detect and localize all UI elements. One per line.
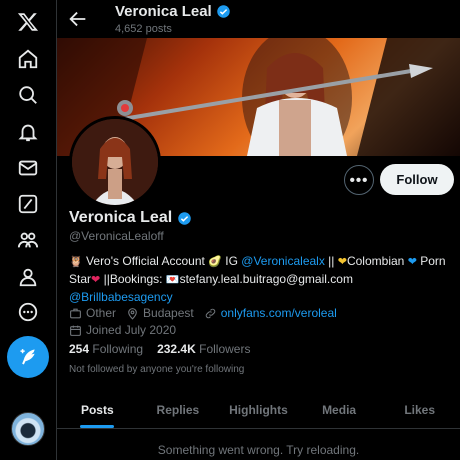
envelope-emoji-icon: 💌 [165, 274, 180, 286]
verified-badge-icon [216, 5, 230, 18]
avatar-artwork [72, 119, 158, 205]
yellow-heart-emoji-icon: ❤ [337, 256, 347, 268]
compose-post-button[interactable] [7, 336, 49, 378]
feather-plus-icon [20, 349, 35, 365]
bio-text-2: IG [225, 254, 238, 268]
profile-meta: Other Budapest onlyfans.com/veroleal Joi… [69, 305, 449, 339]
briefcase-icon [70, 308, 81, 318]
location-label: Budapest [143, 306, 194, 320]
website-link[interactable]: onlyfans.com/veroleal [221, 306, 337, 320]
tab-media[interactable]: Media [299, 392, 380, 428]
verified-badge-icon [178, 211, 191, 225]
following-stat[interactable]: 254 Following [69, 342, 143, 356]
grok-icon[interactable] [14, 190, 42, 218]
more-options-button[interactable]: ••• [344, 165, 374, 195]
meta-website: onlyfans.com/veroleal [204, 306, 337, 320]
x-logo-icon[interactable] [14, 8, 42, 36]
blue-heart-emoji-icon: ❤ [407, 256, 417, 268]
left-nav-rail [0, 0, 57, 460]
profile-name: Veronica Leal [69, 209, 173, 226]
notifications-icon[interactable] [14, 118, 42, 146]
profile-avatar[interactable] [69, 116, 161, 208]
bio-email: stefany.leal.buitrago@gmail.com [179, 272, 353, 286]
back-arrow-icon[interactable] [67, 8, 89, 30]
bio-ig-link[interactable]: @Veronicalealx [241, 254, 325, 268]
not-followed-notice: Not followed by anyone you're following [69, 364, 245, 375]
home-icon[interactable] [14, 45, 42, 73]
followers-stat[interactable]: 232.4K Followers [157, 342, 250, 356]
joined-label: Joined July 2020 [86, 323, 177, 337]
profile-name-row: Veronica Leal [69, 209, 192, 227]
meta-joined: Joined July 2020 [69, 323, 176, 337]
followers-label: Followers [199, 342, 251, 356]
location-pin-icon [128, 307, 137, 320]
profile-icon[interactable] [14, 263, 42, 291]
category-label: Other [86, 306, 117, 320]
bio-agency-link[interactable]: @Brillbabesagency [69, 290, 173, 304]
following-label: Following [92, 342, 144, 356]
search-icon[interactable] [14, 81, 42, 109]
follow-button[interactable]: Follow [380, 164, 454, 195]
meta-category: Other [69, 306, 116, 320]
owl-emoji-icon: 🦉 [69, 256, 83, 268]
bio-text-1: Vero's Official Account [86, 254, 205, 268]
profile-tabs: Posts Replies Highlights Media Likes [57, 392, 460, 429]
follow-stats: 254 Following 232.4K Followers [69, 342, 250, 356]
tab-posts[interactable]: Posts [57, 392, 138, 428]
bio-text-3: || [328, 254, 335, 268]
red-heart-emoji-icon: ❤ [91, 274, 101, 286]
following-count: 254 [69, 342, 90, 356]
bio-text-6: ||Bookings: [103, 272, 163, 286]
followers-count: 232.4K [157, 342, 196, 356]
header-name: Veronica Leal [115, 3, 212, 20]
calendar-icon [70, 325, 81, 336]
communities-icon[interactable] [14, 226, 42, 254]
tab-replies[interactable]: Replies [138, 392, 219, 428]
link-icon [205, 308, 215, 318]
profile-main: Veronica Leal 4,652 posts ••• Follow Ver… [57, 0, 460, 460]
tab-likes[interactable]: Likes [379, 392, 460, 428]
profile-header-bar: Veronica Leal 4,652 posts [57, 0, 460, 38]
profile-handle: @VeronicaLealoff [69, 229, 164, 243]
meta-location: Budapest [126, 306, 194, 320]
tab-highlights[interactable]: Highlights [218, 392, 299, 428]
avocado-emoji-icon: 🥑 [208, 256, 222, 268]
messages-icon[interactable] [14, 154, 42, 182]
header-post-count: 4,652 posts [115, 23, 172, 35]
profile-bio: 🦉 Vero's Official Account 🥑 IG @Veronica… [69, 253, 449, 306]
more-icon[interactable] [14, 298, 42, 326]
error-message: Something went wrong. Try reloading. [157, 443, 360, 457]
account-avatar[interactable] [11, 412, 45, 446]
header-name-row: Veronica Leal [115, 3, 231, 20]
bio-text-4: Colombian [346, 254, 405, 268]
